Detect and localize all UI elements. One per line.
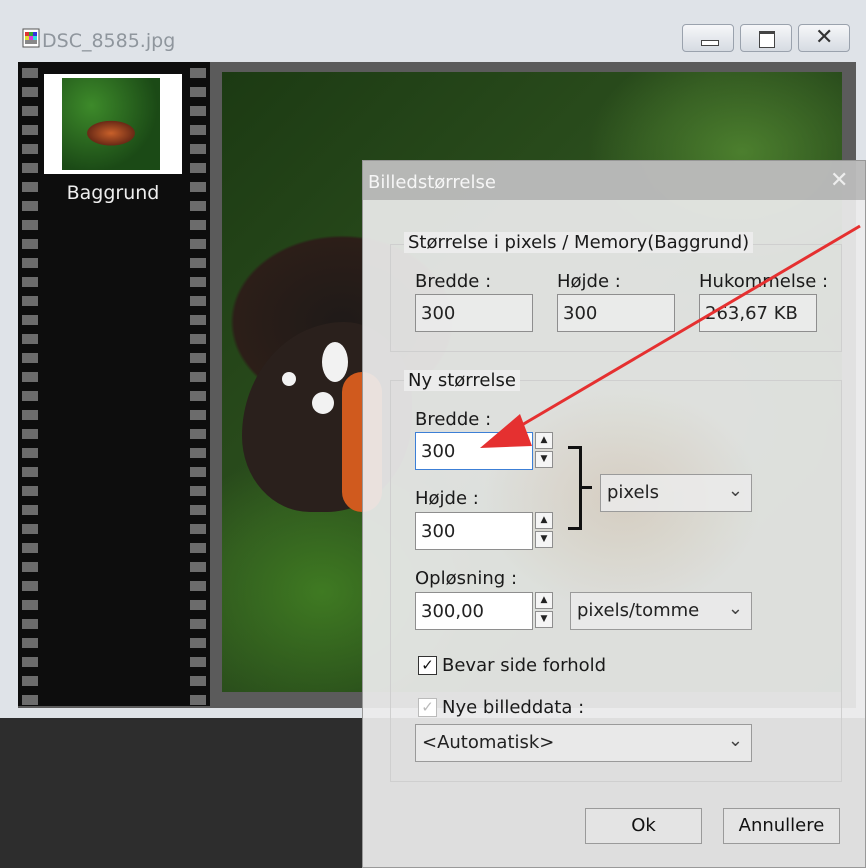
annotation-arrow	[480, 224, 861, 448]
